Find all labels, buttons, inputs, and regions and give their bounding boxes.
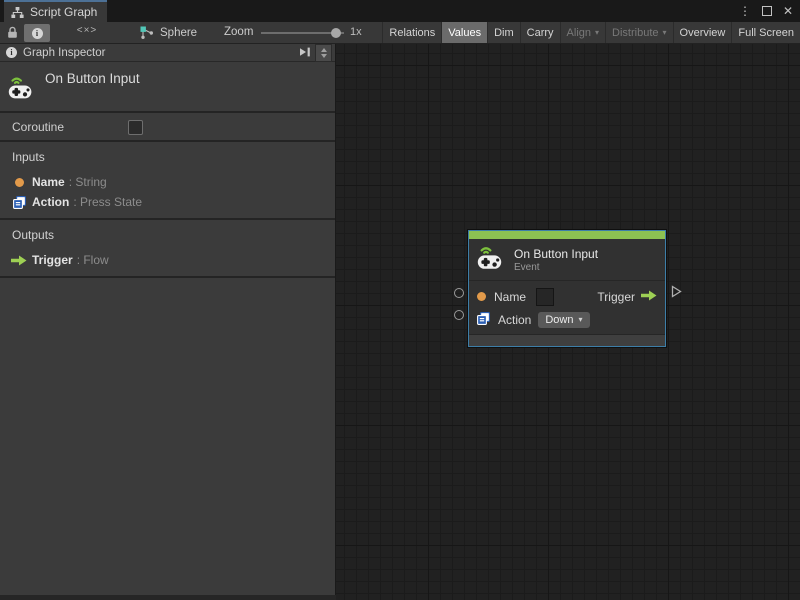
input-port-name[interactable] — [454, 288, 464, 298]
carry-label: Carry — [526, 26, 554, 39]
coroutine-row: Coroutine — [0, 113, 335, 142]
output-port-trigger[interactable] — [671, 285, 682, 303]
close-icon[interactable]: ✕ — [783, 5, 793, 17]
unit-header: On Button Input — [0, 62, 335, 113]
full-screen-button[interactable]: Full Screen — [731, 22, 800, 43]
node-header-text: On Button Input Event — [514, 247, 598, 273]
overview-label: Overview — [679, 26, 726, 39]
align-label: Align — [566, 26, 592, 39]
chevron-down-icon: ▾ — [662, 27, 667, 37]
panel-bottom-edge — [0, 595, 336, 600]
string-port-icon — [10, 177, 28, 187]
lock-button[interactable] — [7, 26, 18, 44]
node-footer — [469, 334, 665, 346]
maximize-icon[interactable] — [761, 6, 772, 16]
code-view-button[interactable]: <×> — [72, 25, 102, 36]
input-row-name: Name : String — [0, 172, 335, 192]
coroutine-checkbox[interactable] — [128, 120, 143, 135]
node-subtitle: Event — [514, 261, 540, 273]
enum-port-icon[interactable] — [477, 311, 490, 328]
full-screen-label: Full Screen — [738, 26, 794, 39]
chevron-down-icon: ▾ — [595, 27, 600, 37]
tab-bar: Script Graph ⋮ ✕ — [0, 0, 800, 22]
node-body: Name Trigger Action Down ▾ — [469, 281, 665, 334]
input-row-action: Action : Press State — [0, 192, 335, 212]
node-event-color-bar — [469, 231, 665, 239]
port-type: : String — [68, 175, 107, 189]
carry-button[interactable]: Carry — [519, 22, 560, 43]
inspector-title: Graph Inspector — [23, 46, 106, 59]
graph-toolbar: i <×> Sphere Zoom 1x Relations Values Di… — [0, 22, 800, 44]
inspector-toggle-button[interactable]: i — [24, 24, 50, 42]
dim-button[interactable]: Dim — [487, 22, 520, 43]
output-row-trigger: Trigger : Flow — [0, 250, 335, 270]
graph-canvas[interactable]: On Button Input Event Name Trigger Actio… — [336, 44, 800, 600]
graph-reference-icon — [140, 26, 153, 39]
values-label: Values — [448, 26, 482, 39]
window-menu-icon[interactable]: ⋮ — [739, 5, 751, 17]
port-type: : Press State — [73, 195, 143, 209]
outputs-section: Outputs Trigger : Flow — [0, 220, 335, 278]
graph-owner-label: Sphere — [160, 27, 198, 39]
unit-title: On Button Input — [45, 71, 140, 86]
action-dropdown-value: Down — [545, 313, 574, 326]
trigger-port: Trigger — [597, 290, 657, 304]
action-dropdown[interactable]: Down ▾ — [538, 311, 590, 328]
arrow-up-icon[interactable] — [320, 48, 327, 52]
port-name: Name — [32, 175, 65, 189]
trigger-port-label: Trigger — [597, 289, 635, 304]
input-port-action[interactable] — [454, 310, 464, 320]
relations-button[interactable]: Relations — [382, 22, 441, 43]
port-name: Action — [32, 195, 70, 209]
enum-port-icon — [10, 195, 28, 209]
dock-panel-icon[interactable] — [299, 47, 311, 60]
node-on-button-input[interactable]: On Button Input Event Name Trigger Actio… — [454, 230, 682, 347]
flow-arrow-icon — [10, 255, 28, 266]
values-button[interactable]: Values — [441, 22, 488, 43]
port-name: Trigger — [32, 253, 73, 267]
dim-label: Dim — [494, 26, 514, 39]
tab-script-graph[interactable]: Script Graph — [4, 0, 108, 22]
lock-icon — [8, 26, 17, 38]
distribute-button[interactable]: Distribute ▾ — [605, 22, 672, 43]
name-port-input[interactable] — [536, 287, 555, 306]
action-port-label: Action — [498, 312, 532, 327]
outputs-title: Outputs — [12, 228, 55, 242]
gamepad-icon — [477, 244, 507, 275]
graph-inspector-panel: i Graph Inspector On Button Input Corout… — [0, 44, 336, 595]
node-title: On Button Input — [514, 246, 599, 261]
chevron-down-icon: ▾ — [578, 314, 583, 324]
inputs-section: Inputs Name : String Action : Press Stat… — [0, 142, 335, 220]
info-icon: i — [6, 47, 17, 58]
node-header[interactable]: On Button Input Event — [469, 239, 665, 281]
node-row-name: Name Trigger — [469, 285, 665, 308]
script-graph-window: Script Graph ⋮ ✕ i <×> Sphere Zoom 1x Re… — [0, 0, 800, 600]
gamepad-icon — [8, 74, 37, 105]
window-controls: ⋮ ✕ — [739, 0, 793, 22]
relations-label: Relations — [389, 26, 436, 39]
zoom-value: 1x — [350, 26, 362, 38]
info-icon: i — [31, 27, 43, 39]
inputs-title: Inputs — [12, 150, 45, 164]
panel-width-stepper[interactable] — [315, 44, 332, 62]
tab-label: Script Graph — [30, 5, 98, 19]
flow-arrow-icon[interactable] — [641, 290, 657, 304]
arrow-down-icon[interactable] — [320, 54, 327, 58]
align-button[interactable]: Align ▾ — [559, 22, 605, 43]
node-row-action: Action Down ▾ — [469, 308, 665, 331]
string-port-icon[interactable] — [477, 292, 486, 301]
graph-owner-selector[interactable]: Sphere — [140, 22, 197, 44]
inspector-header: i Graph Inspector — [0, 44, 335, 62]
zoom-slider-thumb[interactable] — [331, 28, 341, 38]
zoom-label: Zoom — [224, 26, 254, 38]
port-type: : Flow — [76, 253, 109, 267]
distribute-label: Distribute — [612, 26, 659, 39]
toolbar-buttons: Relations Values Dim Carry Align ▾ Distri… — [382, 22, 800, 43]
name-port-label: Name — [494, 289, 527, 304]
overview-button[interactable]: Overview — [672, 22, 732, 43]
coroutine-label: Coroutine — [12, 120, 65, 134]
graph-hierarchy-icon — [11, 6, 24, 18]
